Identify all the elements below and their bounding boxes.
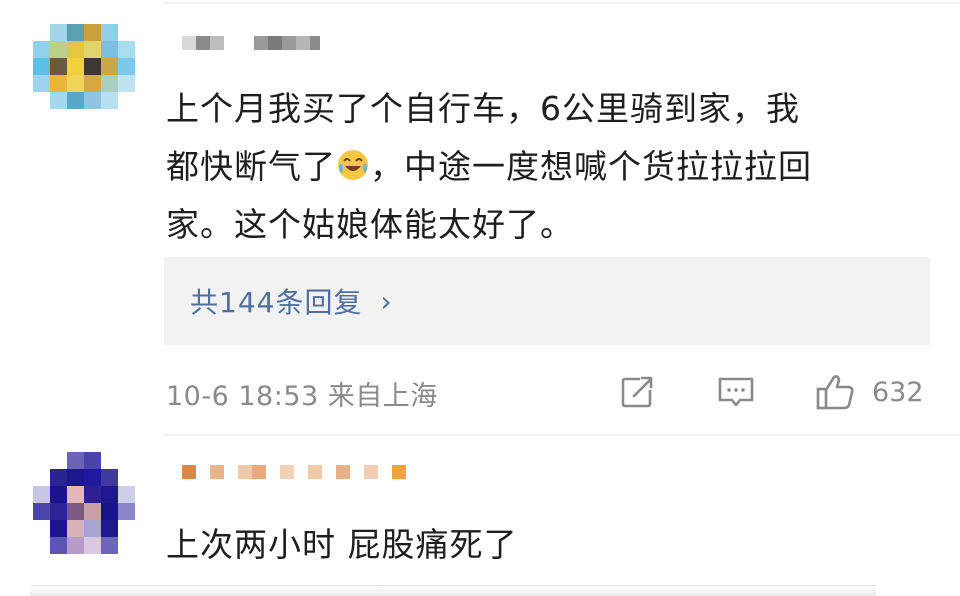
share-button[interactable] — [618, 370, 656, 414]
comment-text-line: ，中途一度想喊个货拉拉拉回 — [370, 147, 812, 186]
comment-divider — [164, 434, 960, 436]
comment-timestamp-location: 10-6 18:53 来自上海 — [166, 381, 438, 412]
view-replies-button[interactable]: 共144条回复 › — [164, 257, 930, 345]
comment-text-line: 上个月我买了个自行车，6公里骑到家，我 — [166, 89, 800, 128]
laughing-tears-emoji-icon — [338, 150, 368, 180]
thumbs-up-icon — [816, 375, 854, 410]
comment-icon — [718, 377, 754, 407]
comment-text: 上个月我买了个自行车，6公里骑到家，我 都快断气了 ，中途一度想喊个货拉拉拉回 … — [166, 80, 926, 254]
comment-item: 上个月我买了个自行车，6公里骑到家，我 都快断气了 ，中途一度想喊个货拉拉拉回 … — [0, 0, 960, 430]
like-button[interactable]: 632 — [814, 370, 924, 414]
next-item-edge — [30, 585, 876, 596]
comment-text-line: 家。这个姑娘体能太好了。 — [166, 205, 574, 244]
share-icon — [621, 376, 653, 408]
username-blurred[interactable] — [182, 465, 406, 479]
username-blurred[interactable] — [182, 36, 320, 50]
avatar[interactable] — [33, 452, 135, 554]
comment-button[interactable] — [716, 370, 756, 414]
like-count: 632 — [872, 376, 924, 408]
chevron-right-icon: › — [380, 284, 392, 318]
comment-text: 上次两小时 屁股痛死了 — [166, 525, 518, 564]
comment-meta-row: 10-6 18:53 来自上海 632 — [166, 370, 932, 414]
comment-text-line: 都快断气了 — [166, 147, 336, 186]
avatar[interactable] — [33, 24, 135, 109]
replies-count-label: 共144条回复 — [190, 286, 363, 319]
